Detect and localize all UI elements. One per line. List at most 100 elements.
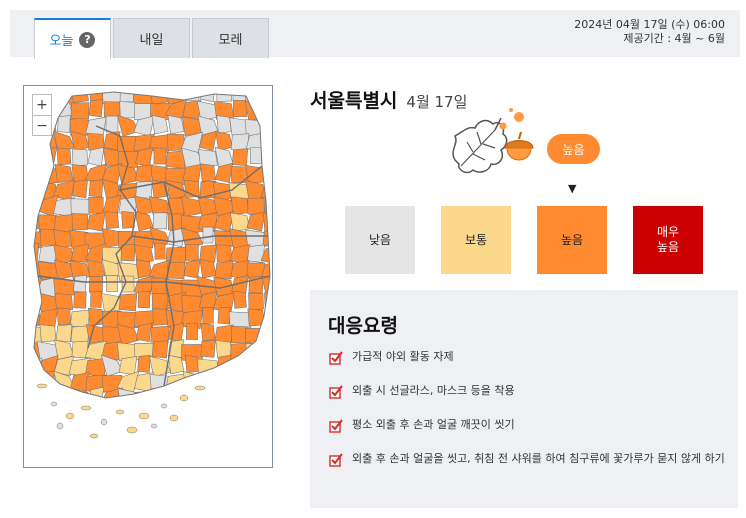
map-district[interactable] <box>57 115 71 133</box>
map-district[interactable] <box>55 324 73 343</box>
map-district[interactable] <box>88 179 104 198</box>
help-icon[interactable]: ? <box>79 31 96 48</box>
map-district[interactable] <box>263 212 273 231</box>
map-district[interactable] <box>24 231 43 249</box>
zoom-out-button[interactable]: − <box>33 115 51 135</box>
korea-map[interactable]: + − <box>23 85 273 468</box>
map-regions[interactable] <box>24 86 273 468</box>
map-district[interactable] <box>165 373 187 393</box>
map-district[interactable] <box>231 148 249 167</box>
map-district[interactable] <box>200 163 216 182</box>
map-district[interactable] <box>89 275 103 293</box>
map-district[interactable] <box>215 131 233 151</box>
map-district[interactable] <box>263 86 273 103</box>
map-district[interactable] <box>263 99 273 119</box>
map-district[interactable] <box>121 211 135 229</box>
map-district[interactable] <box>217 306 231 325</box>
map-district[interactable] <box>73 274 87 293</box>
map-district[interactable] <box>261 148 273 168</box>
map-district[interactable] <box>184 354 200 374</box>
map-district[interactable] <box>118 293 138 312</box>
map-district[interactable] <box>199 259 217 279</box>
map-district[interactable] <box>247 197 265 215</box>
map-district[interactable] <box>119 101 137 119</box>
map-district[interactable] <box>25 181 40 198</box>
map-district[interactable] <box>260 340 273 362</box>
map-district[interactable] <box>135 322 153 343</box>
map-district[interactable] <box>214 260 234 280</box>
map-district[interactable] <box>24 387 42 407</box>
map-district[interactable] <box>167 115 185 135</box>
map-district[interactable] <box>56 307 72 326</box>
map-district[interactable] <box>118 356 138 376</box>
map-district[interactable] <box>152 308 168 326</box>
map-district[interactable] <box>55 387 73 406</box>
tab-today[interactable]: 오늘 ? <box>34 18 111 59</box>
map-district[interactable] <box>265 307 273 325</box>
map-district[interactable] <box>233 100 247 117</box>
map-district[interactable] <box>152 212 168 230</box>
map-district[interactable] <box>231 196 249 215</box>
map-district[interactable] <box>106 275 118 292</box>
map-district[interactable] <box>152 388 168 405</box>
map-district[interactable] <box>24 292 41 311</box>
map-district[interactable] <box>39 324 57 343</box>
map-district[interactable] <box>88 307 104 326</box>
map-district[interactable] <box>56 147 72 166</box>
map-district[interactable] <box>121 275 135 293</box>
map-district[interactable] <box>200 339 216 358</box>
map-district[interactable] <box>151 114 169 135</box>
map-district[interactable] <box>185 323 199 341</box>
map-district[interactable] <box>53 213 75 233</box>
map-district[interactable] <box>137 291 151 309</box>
map-district[interactable] <box>102 87 122 104</box>
map-district[interactable] <box>245 327 267 345</box>
map-district[interactable] <box>40 228 56 246</box>
map-district[interactable] <box>71 148 89 167</box>
map-district[interactable] <box>231 371 249 391</box>
map-district[interactable] <box>117 388 139 408</box>
map-district[interactable] <box>196 358 220 378</box>
tab-day-after[interactable]: 모레 <box>192 18 269 58</box>
map-district[interactable] <box>72 179 88 198</box>
map-district[interactable] <box>38 146 58 168</box>
map-district[interactable] <box>90 290 102 308</box>
map-district[interactable] <box>233 290 247 309</box>
map-district[interactable] <box>185 243 199 261</box>
map-district[interactable] <box>183 259 201 279</box>
map-district[interactable] <box>25 242 40 262</box>
map-district[interactable] <box>230 212 250 232</box>
map-district[interactable] <box>232 388 248 405</box>
map-district[interactable] <box>24 326 42 344</box>
map-district[interactable] <box>24 148 44 170</box>
map-district[interactable] <box>245 390 267 408</box>
map-district[interactable] <box>153 147 167 165</box>
map-district[interactable] <box>137 354 151 373</box>
map-district[interactable] <box>217 387 231 405</box>
map-district[interactable] <box>202 226 214 244</box>
map-district[interactable] <box>214 162 234 184</box>
map-district[interactable] <box>216 244 232 262</box>
map-district[interactable] <box>213 371 235 393</box>
map-district[interactable] <box>246 358 266 376</box>
map-district[interactable] <box>135 180 153 199</box>
map-district[interactable] <box>73 291 87 309</box>
map-district[interactable] <box>245 370 267 393</box>
map-district[interactable] <box>248 292 264 310</box>
map-district[interactable] <box>181 295 203 313</box>
map-district[interactable] <box>70 198 90 216</box>
map-district[interactable] <box>105 211 119 229</box>
map-district[interactable] <box>261 133 273 153</box>
map-district[interactable] <box>197 390 219 408</box>
map-district[interactable] <box>216 354 232 374</box>
map-district[interactable] <box>70 102 90 120</box>
map-district[interactable] <box>264 116 273 134</box>
map-district[interactable] <box>70 325 90 344</box>
map-district[interactable] <box>261 391 273 408</box>
map-district[interactable] <box>216 115 232 134</box>
map-district[interactable] <box>71 244 89 263</box>
map-district[interactable] <box>88 98 104 118</box>
map-district[interactable] <box>151 293 169 311</box>
map-district[interactable] <box>135 164 153 183</box>
map-district[interactable] <box>262 323 273 344</box>
